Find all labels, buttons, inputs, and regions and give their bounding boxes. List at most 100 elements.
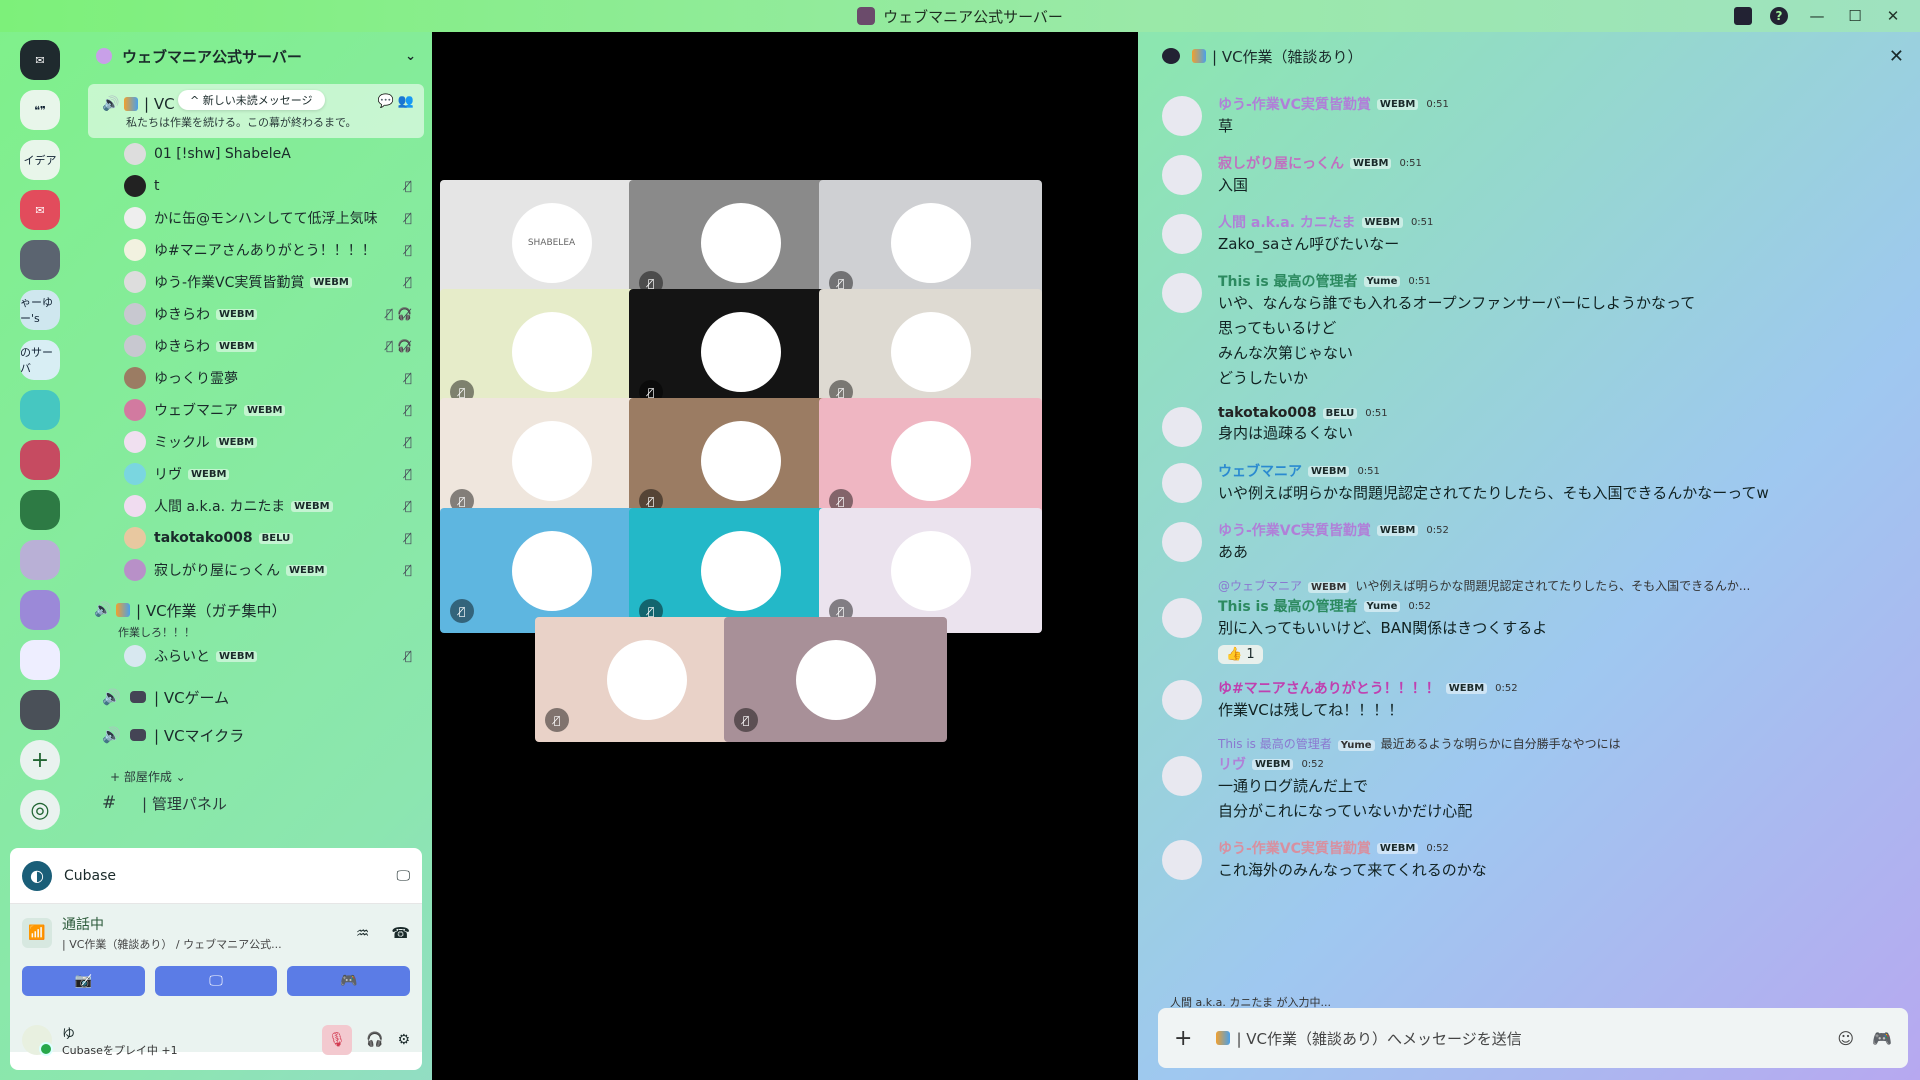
- maximize-button[interactable]: ☐: [1836, 7, 1874, 25]
- discord-home-icon[interactable]: ✉: [20, 40, 60, 80]
- voice-location[interactable]: | VC作業（雑談あり） / ウェブマニア公式...: [62, 936, 282, 952]
- message-author[interactable]: リヴ: [1218, 754, 1246, 774]
- message-author[interactable]: 人間 a.k.a. カニたま: [1218, 212, 1356, 232]
- chat-message[interactable]: リヴ WEBM 0:52 一通りログ読んだ上で 自分がこれになっていないかだけ心配: [1162, 754, 1904, 824]
- gear-icon[interactable]: ⚙: [397, 1032, 410, 1048]
- server-7[interactable]: のサーバ: [20, 340, 60, 380]
- server-10[interactable]: [20, 490, 60, 530]
- activity-row[interactable]: ◐ Cubase 🖵: [10, 848, 422, 904]
- minimize-button[interactable]: —: [1798, 7, 1836, 25]
- voice-member[interactable]: ミックル WEBM 🎙̸: [88, 426, 424, 458]
- help-icon[interactable]: ?: [1770, 7, 1788, 25]
- server-6[interactable]: ゃーゆー's: [20, 290, 60, 330]
- voice-member[interactable]: 人間 a.k.a. カニたま WEBM 🎙̸: [88, 490, 424, 522]
- chat-message[interactable]: ゆう-作業VC実質皆勤賞 WEBM 0:51 草: [1162, 94, 1904, 139]
- avatar[interactable]: [1162, 155, 1202, 195]
- active-voice-channel[interactable]: 🔊 | VC ^ 新しい未読メッセージ 私たちは作業を続ける。この幕が終わるまで…: [88, 84, 424, 138]
- message-author[interactable]: This is 最高の管理者: [1218, 596, 1358, 616]
- close-icon[interactable]: ✕: [1889, 46, 1904, 67]
- video-tile[interactable]: 🎙̸: [819, 180, 1042, 305]
- server-13[interactable]: [20, 640, 60, 680]
- message-author[interactable]: ウェブマニア: [1218, 461, 1302, 481]
- voice-member[interactable]: 01 [!shw] ShabeleA: [88, 138, 424, 170]
- server-header[interactable]: ウェブマニア公式サーバー ⌄: [80, 32, 432, 80]
- server-11[interactable]: [20, 540, 60, 580]
- add-attachment-icon[interactable]: +: [1174, 1026, 1192, 1051]
- message-author[interactable]: This is 最高の管理者: [1218, 271, 1358, 291]
- chat-message[interactable]: ウェブマニア WEBM 0:51 いや例えば明らかな問題児認定されてたりしたら、そも入…: [1162, 461, 1904, 506]
- message-input[interactable]: + | VC作業（雑談あり）へメッセージを送信 ☺ 🎮: [1158, 1008, 1908, 1068]
- voice-channel-focus[interactable]: 🔊 | VC作業（ガチ集中） 作業しろ！！！ ふらいと WEBM 🎙̸: [88, 596, 424, 672]
- message-author[interactable]: ゆう-作業VC実質皆勤賞: [1218, 520, 1371, 540]
- disconnect-icon[interactable]: ☎: [391, 924, 410, 942]
- add-server-icon[interactable]: +: [20, 740, 60, 780]
- server-5[interactable]: [20, 240, 60, 280]
- signal-icon[interactable]: 📶: [22, 918, 52, 948]
- headphones-icon[interactable]: 🎧: [366, 1032, 383, 1048]
- mic-muted-icon[interactable]: 🎙: [322, 1025, 352, 1055]
- new-messages-badge[interactable]: ^ 新しい未読メッセージ: [178, 90, 325, 110]
- server-12[interactable]: [20, 590, 60, 630]
- server-14[interactable]: [20, 690, 60, 730]
- voice-channel-maikura[interactable]: 🔊 | VCマイクラ: [88, 716, 424, 754]
- avatar[interactable]: [1162, 680, 1202, 720]
- message-author[interactable]: ゆう-作業VC実質皆勤賞: [1218, 838, 1371, 858]
- voice-member[interactable]: ゆ#マニアさんありがとう！！！！ 🎙̸: [88, 234, 424, 266]
- avatar[interactable]: [1162, 214, 1202, 254]
- avatar[interactable]: [1162, 840, 1202, 880]
- chat-message[interactable]: takotako008 BELU 0:51 身内は過疎るくない: [1162, 405, 1904, 447]
- avatar[interactable]: [1162, 463, 1202, 503]
- channel-actions[interactable]: 💬 👥: [377, 94, 414, 109]
- avatar[interactable]: [1162, 96, 1202, 136]
- voice-member[interactable]: 寂しがり屋にっくん WEBM 🎙̸: [88, 554, 424, 586]
- chat-message[interactable]: ゆう-作業VC実質皆勤賞 WEBM 0:52 これ海外のみんなって来てくれるのかな: [1162, 838, 1904, 883]
- inbox-icon[interactable]: [1734, 7, 1752, 25]
- voice-member[interactable]: ゆきらわ WEBM 🎙̸ 🎧̸: [88, 298, 424, 330]
- voice-member[interactable]: t 🎙̸: [88, 170, 424, 202]
- create-room-button[interactable]: + 部屋作成 ⌄: [88, 764, 424, 788]
- reaction[interactable]: 👍 1: [1218, 645, 1263, 664]
- voice-member[interactable]: かに缶@モンハンしてて低浮上気味 🎙̸: [88, 202, 424, 234]
- server-idea[interactable]: イデア: [20, 140, 60, 180]
- server-quote[interactable]: ❝❞: [20, 90, 60, 130]
- screen-share-icon[interactable]: 🖵: [397, 868, 411, 884]
- voice-member[interactable]: ウェブマニア WEBM 🎙̸: [88, 394, 424, 426]
- chat-message[interactable]: 寂しがり屋にっくん WEBM 0:51 入国: [1162, 153, 1904, 198]
- gamepad-icon[interactable]: 🎮: [1872, 1029, 1892, 1048]
- message-author[interactable]: ゆ#マニアさんありがとう！！！！: [1218, 678, 1440, 698]
- voice-channel-game[interactable]: 🔊 | VCゲーム: [88, 678, 424, 716]
- close-button[interactable]: ✕: [1874, 7, 1912, 25]
- voice-member[interactable]: ゆきらわ WEBM 🎙̸ 🎧̸: [88, 330, 424, 362]
- chat-message[interactable]: This is 最高の管理者 Yume 0:52 別に入ってもいいけど、BAN関係はき…: [1162, 596, 1904, 664]
- voice-member[interactable]: リヴ WEBM 🎙̸: [88, 458, 424, 490]
- chat-message[interactable]: ゆ#マニアさんありがとう！！！！ WEBM 0:52 作業VCは残してね！！！！: [1162, 678, 1904, 723]
- server-discord-red[interactable]: ✉: [20, 190, 60, 230]
- avatar[interactable]: [1162, 273, 1202, 313]
- video-tile[interactable]: 🎙̸: [819, 508, 1042, 633]
- message-author[interactable]: takotako008: [1218, 405, 1317, 421]
- noise-suppression-icon[interactable]: ♒: [356, 924, 369, 942]
- voice-member[interactable]: ゆう-作業VC実質皆勤賞 WEBM 🎙̸: [88, 266, 424, 298]
- avatar[interactable]: [22, 1025, 53, 1056]
- avatar[interactable]: [1162, 522, 1202, 562]
- avatar[interactable]: [1162, 756, 1202, 796]
- chat-message[interactable]: 人間 a.k.a. カニたま WEBM 0:51 Zako_saさん呼びたいなー: [1162, 212, 1904, 257]
- server-9[interactable]: [20, 440, 60, 480]
- video-tile[interactable]: 🎙̸: [819, 398, 1042, 523]
- message-author[interactable]: 寂しがり屋にっくん: [1218, 153, 1344, 173]
- voice-member[interactable]: ゆっくり霊夢 🎙̸: [88, 362, 424, 394]
- voice-member[interactable]: ふらいと WEBM 🎙̸: [88, 640, 424, 672]
- avatar[interactable]: [1162, 598, 1202, 638]
- reply-preview[interactable]: This is 最高の管理者 Yume 最近あるような明らかに自分勝手なやつには: [1218, 735, 1904, 752]
- video-tile[interactable]: 🎙̸: [724, 617, 947, 742]
- avatar[interactable]: [1162, 407, 1202, 447]
- emoji-icon[interactable]: ☺: [1837, 1029, 1854, 1048]
- chat-message[interactable]: This is 最高の管理者 Yume 0:51 いや、なんなら誰でも入れるオープンフ…: [1162, 271, 1904, 391]
- video-tile[interactable]: 🎙̸: [819, 289, 1042, 414]
- camera-off-button[interactable]: 📷̸: [22, 966, 145, 996]
- chat-message[interactable]: ゆう-作業VC実質皆勤賞 WEBM 0:52 ああ: [1162, 520, 1904, 565]
- server-8[interactable]: [20, 390, 60, 430]
- voice-member[interactable]: takotako008 BELU 🎙̸: [88, 522, 424, 554]
- discover-icon[interactable]: ◎: [20, 790, 60, 830]
- screen-share-button[interactable]: 🖵: [154, 966, 278, 996]
